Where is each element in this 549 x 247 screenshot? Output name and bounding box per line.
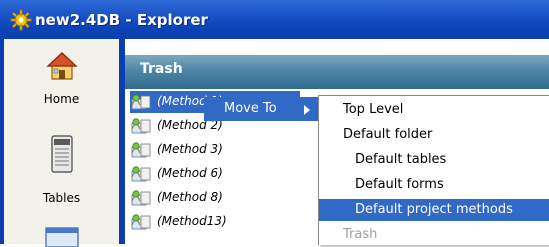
method-label: (Method 3)	[157, 142, 223, 156]
submenu-item-label: Default project methods	[355, 202, 513, 217]
app-gear-icon	[10, 9, 32, 31]
method-icon	[130, 165, 152, 186]
submenu-item: Trash	[319, 224, 549, 246]
title-bar: new2.4DB - Explorer	[0, 0, 549, 39]
sidebar-item-home[interactable]: Home	[4, 51, 119, 106]
context-menu-move-to[interactable]: Move To	[204, 97, 318, 121]
submenu-item-label: Trash	[343, 227, 378, 242]
panel-header	[125, 55, 549, 89]
submenu-item-label: Default folder	[343, 127, 433, 142]
move-to-submenu: Top Level Default folder Default tables Def…	[318, 95, 549, 245]
submenu-item-label: Top Level	[343, 102, 404, 117]
method-icon	[130, 213, 152, 234]
submenu-item[interactable]: Default project methods	[319, 199, 549, 221]
method-row[interactable]: (Method13)	[130, 211, 300, 233]
method-icon	[130, 141, 152, 162]
home-icon	[45, 52, 78, 80]
submenu-item-label: Default forms	[355, 177, 444, 192]
method-label: (Method13)	[157, 214, 227, 228]
method-label: (Method 6)	[157, 166, 223, 180]
submenu-item[interactable]: Default forms	[319, 174, 549, 196]
sidebar-item-tables[interactable]: Tables	[4, 135, 119, 205]
method-label: (Method 8)	[157, 190, 223, 204]
sidebar-label-tables: Tables	[42, 191, 81, 205]
move-to-label: Move To	[224, 101, 277, 116]
sidebar-item-forms[interactable]	[4, 227, 119, 247]
window-title: new2.4DB - Explorer	[35, 11, 208, 29]
method-row[interactable]: (Method 3)	[130, 139, 300, 161]
method-icon	[130, 93, 152, 114]
forms-icon	[44, 227, 79, 247]
panel-title: Trash	[140, 61, 183, 77]
method-row[interactable]: (Method 6)	[130, 163, 300, 185]
submenu-item[interactable]: Top Level	[319, 99, 549, 121]
method-row[interactable]: (Method 8)	[130, 187, 300, 209]
sidebar: Home Tables	[4, 39, 119, 247]
submenu-item[interactable]: Default tables	[319, 149, 549, 171]
tables-icon	[50, 135, 73, 173]
submenu-item[interactable]: Default folder	[319, 124, 549, 146]
method-icon	[130, 117, 152, 138]
method-icon	[130, 189, 152, 210]
submenu-arrow-icon	[304, 105, 310, 115]
sidebar-label-home: Home	[43, 92, 80, 106]
submenu-item-label: Default tables	[355, 152, 447, 167]
